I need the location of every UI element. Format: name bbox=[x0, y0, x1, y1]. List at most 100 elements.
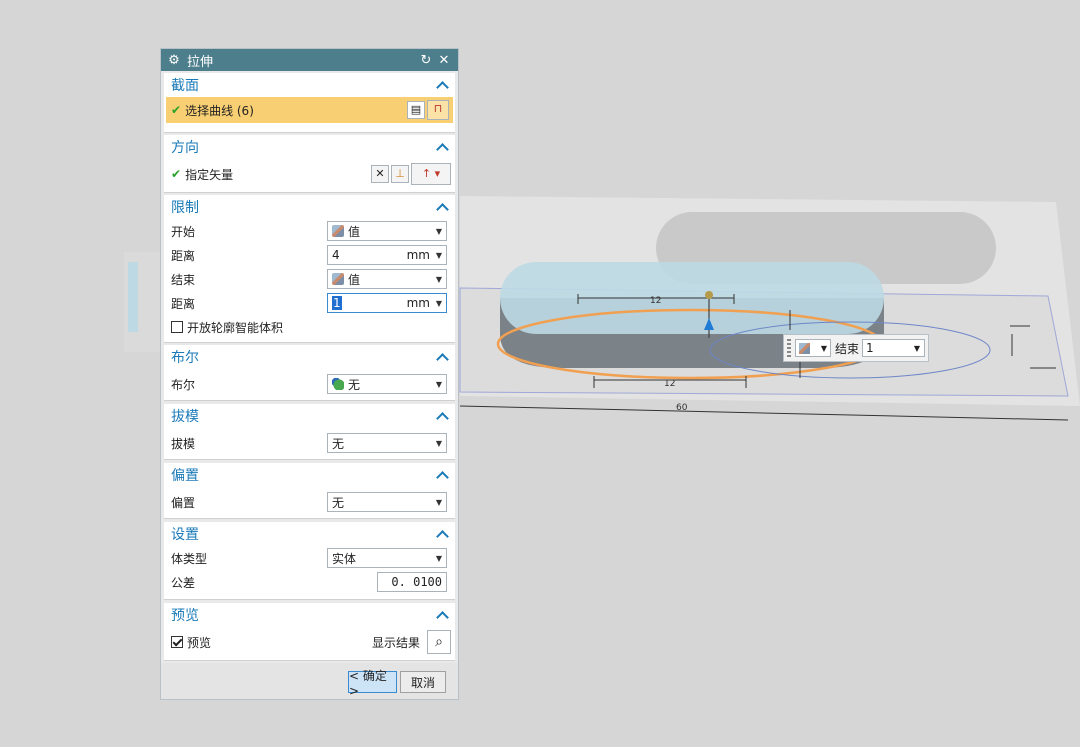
curve-select-icon[interactable]: ⊓ bbox=[427, 100, 449, 120]
body-type-row: 体类型 实体 ▼ bbox=[164, 546, 455, 570]
preview-row: 预览 显示结果 ⌕ bbox=[164, 627, 455, 657]
ok-button[interactable]: < 确定 > bbox=[348, 669, 397, 698]
boolean-select[interactable]: 无 ▼ bbox=[327, 374, 447, 394]
start-row: 开始 值 ▼ bbox=[164, 219, 455, 243]
start-distance-input[interactable]: 4 mm ▼ bbox=[327, 245, 447, 265]
end-distance-input[interactable]: 1 mm ▼ bbox=[327, 293, 447, 313]
collapse-icon[interactable] bbox=[435, 350, 449, 364]
left-block-face bbox=[128, 262, 138, 332]
end-limit-floating-bar[interactable]: ▼ 结束 1 ▼ bbox=[783, 334, 929, 362]
start-type-value: 值 bbox=[348, 224, 361, 239]
boolean-none-icon bbox=[332, 378, 344, 390]
boolean-value: 无 bbox=[348, 377, 361, 392]
draft-select[interactable]: 无 ▼ bbox=[327, 433, 447, 453]
dim-total-length: 60 bbox=[676, 403, 688, 413]
direction-group: 方向 ✔ 指定矢量 ✕ ⊥ ↑ ▾ bbox=[164, 135, 455, 193]
body-type-select[interactable]: 实体 ▼ bbox=[327, 548, 447, 568]
draft-value: 无 bbox=[332, 436, 345, 451]
specify-vector-row: ✔ 指定矢量 ✕ ⊥ ↑ ▾ bbox=[164, 159, 455, 189]
preview-header[interactable]: 预览 bbox=[164, 603, 455, 627]
boolean-title: 布尔 bbox=[171, 350, 199, 366]
vector-type-dropdown[interactable]: ↑ ▾ bbox=[411, 163, 451, 185]
section-title: 截面 bbox=[171, 78, 199, 94]
direction-header[interactable]: 方向 bbox=[164, 135, 455, 159]
offset-title: 偏置 bbox=[171, 468, 199, 484]
section-group: 截面 ✔ 选择曲线 (6) ▤ ⊓ bbox=[164, 73, 455, 133]
cube-icon bbox=[332, 273, 344, 285]
end-label: 结束 bbox=[835, 341, 860, 356]
end-value: 1 bbox=[866, 341, 874, 355]
dialog-titlebar[interactable]: ⚙ 拉伸 ↻ ✕ bbox=[161, 49, 458, 71]
end-distance-value: 1 bbox=[332, 296, 396, 310]
vector-dialog-icon[interactable]: ⊥ bbox=[391, 165, 409, 183]
start-unit: mm bbox=[406, 248, 430, 262]
reset-icon[interactable]: ↻ bbox=[418, 53, 434, 68]
settings-title: 设置 bbox=[171, 527, 199, 543]
offset-select[interactable]: 无 ▼ bbox=[327, 492, 447, 512]
open-profile-row[interactable]: 开放轮廓智能体积 bbox=[164, 315, 455, 339]
tolerance-row: 公差 0. 0100 bbox=[164, 570, 455, 594]
drag-grip-icon[interactable] bbox=[787, 339, 791, 357]
dialog-footer: < 确定 > 取消 bbox=[161, 663, 458, 699]
tolerance-value: 0. 0100 bbox=[391, 575, 442, 589]
draft-title: 拔模 bbox=[171, 409, 199, 425]
sketch-section-icon[interactable]: ▤ bbox=[407, 101, 425, 119]
draft-header[interactable]: 拔模 bbox=[164, 404, 455, 428]
drag-handle-icon[interactable] bbox=[705, 291, 713, 299]
limits-group: 限制 开始 值 ▼ 距离 4 mm ▼ 结束 值 ▼ 距离 1 mm ▼ 开放轮… bbox=[164, 195, 455, 343]
limits-title: 限制 bbox=[171, 200, 199, 216]
collapse-icon[interactable] bbox=[435, 608, 449, 622]
close-icon[interactable]: ✕ bbox=[436, 53, 452, 68]
chevron-down-icon: ▼ bbox=[435, 379, 443, 389]
settings-header[interactable]: 设置 bbox=[164, 522, 455, 546]
reverse-direction-icon[interactable]: ✕ bbox=[371, 165, 389, 183]
chevron-down-icon: ▼ bbox=[820, 343, 827, 353]
preview-group: 预览 预览 显示结果 ⌕ bbox=[164, 603, 455, 661]
collapse-icon[interactable] bbox=[435, 78, 449, 92]
preview-title: 预览 bbox=[171, 608, 199, 624]
chevron-down-icon: ▼ bbox=[435, 497, 443, 507]
boolean-header[interactable]: 布尔 bbox=[164, 345, 455, 369]
gear-icon: ⚙ bbox=[168, 52, 180, 68]
collapse-icon[interactable] bbox=[435, 527, 449, 541]
boolean-row: 布尔 无 ▼ bbox=[164, 369, 455, 399]
tolerance-input[interactable]: 0. 0100 bbox=[377, 572, 447, 592]
offset-header[interactable]: 偏置 bbox=[164, 463, 455, 487]
settings-group: 设置 体类型 实体 ▼ 公差 0. 0100 bbox=[164, 522, 455, 600]
section-header[interactable]: 截面 bbox=[164, 73, 455, 97]
start-type-select[interactable]: 值 ▼ bbox=[327, 221, 447, 241]
check-icon: ✔ bbox=[171, 103, 182, 117]
open-profile-label: 开放轮廓智能体积 bbox=[187, 320, 284, 335]
open-profile-checkbox[interactable] bbox=[171, 321, 183, 333]
end-unit: mm bbox=[406, 296, 430, 310]
offset-row: 偏置 无 ▼ bbox=[164, 487, 455, 517]
body-type-value: 实体 bbox=[332, 551, 357, 566]
collapse-icon[interactable] bbox=[435, 200, 449, 214]
extrude-dialog: ⚙ 拉伸 ↻ ✕ 截面 ✔ 选择曲线 (6) ▤ ⊓ 方向 ✔ 指定矢量 ✕ ⊥… bbox=[160, 48, 459, 700]
limits-header[interactable]: 限制 bbox=[164, 195, 455, 219]
collapse-icon[interactable] bbox=[435, 468, 449, 482]
start-distance-row: 距离 4 mm ▼ bbox=[164, 243, 455, 267]
end-distance-row: 距离 1 mm ▼ bbox=[164, 291, 455, 315]
end-value-combo[interactable]: 1 ▼ bbox=[862, 339, 925, 357]
collapse-icon[interactable] bbox=[435, 140, 449, 154]
cube-icon bbox=[332, 225, 344, 237]
draft-group: 拔模 拔模 无 ▼ bbox=[164, 404, 455, 460]
collapse-icon[interactable] bbox=[435, 409, 449, 423]
start-distance-value: 4 bbox=[332, 248, 340, 262]
chevron-down-icon: ▼ bbox=[435, 298, 443, 308]
dim-bottom-length: 12 bbox=[664, 379, 675, 389]
offset-group: 偏置 偏置 无 ▼ bbox=[164, 463, 455, 519]
end-type-combo[interactable]: ▼ bbox=[795, 339, 831, 357]
chevron-down-icon: ▼ bbox=[435, 438, 443, 448]
chevron-down-icon: ▼ bbox=[435, 226, 443, 236]
chevron-down-icon: ▼ bbox=[435, 250, 443, 260]
end-distance-selected-text: 1 bbox=[332, 296, 342, 310]
select-curve-row[interactable]: ✔ 选择曲线 (6) ▤ ⊓ bbox=[166, 97, 453, 123]
chevron-down-icon: ▼ bbox=[435, 553, 443, 563]
offset-value: 无 bbox=[332, 495, 345, 510]
end-type-select[interactable]: 值 ▼ bbox=[327, 269, 447, 289]
preview-checkbox[interactable] bbox=[171, 636, 183, 648]
cancel-button[interactable]: 取消 bbox=[400, 671, 446, 693]
magnifier-icon[interactable]: ⌕ bbox=[427, 630, 451, 654]
